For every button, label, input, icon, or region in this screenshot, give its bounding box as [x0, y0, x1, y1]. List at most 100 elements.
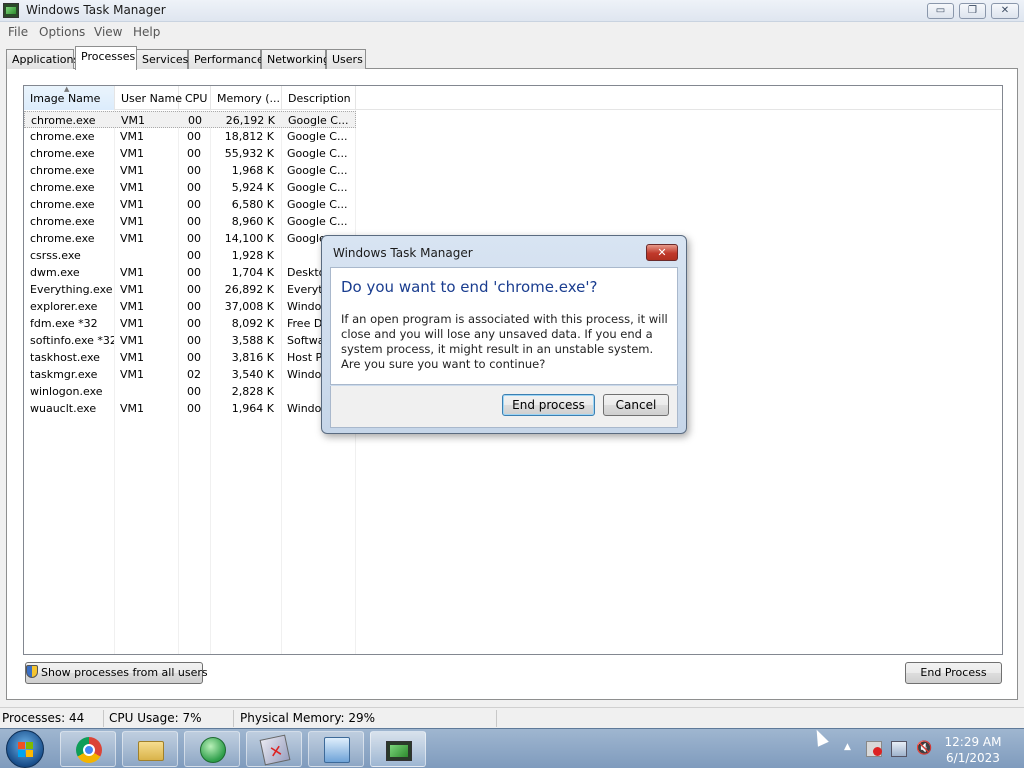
- taskbar-file-explorer[interactable]: [122, 731, 178, 767]
- process-memory: 1,704 K: [231, 266, 274, 279]
- table-row[interactable]: chrome.exe VM1 00 55,932 K Google C...: [24, 145, 356, 162]
- tab-applications[interactable]: Applications: [6, 49, 79, 69]
- process-image-name: taskhost.exe: [30, 351, 100, 364]
- process-image-name: chrome.exe: [30, 181, 95, 194]
- process-description: Google C...: [287, 164, 348, 177]
- column-image-name[interactable]: ▲ Image Name: [24, 86, 115, 110]
- show-hidden-icons-icon[interactable]: ▲: [844, 742, 856, 758]
- status-separator: [496, 710, 497, 727]
- process-memory: 3,540 K: [231, 368, 274, 381]
- table-row[interactable]: chrome.exe VM1 00 1,968 K Google C...: [24, 162, 356, 179]
- table-row[interactable]: chrome.exe VM1 00 5,924 K Google C...: [24, 179, 356, 196]
- process-cpu: 00: [187, 215, 201, 228]
- maximize-button[interactable]: ❐: [959, 3, 986, 19]
- table-row[interactable]: chrome.exe VM1 00 26,192 K Google C...: [24, 111, 356, 128]
- windows-logo-icon: [18, 742, 34, 758]
- show-all-processes-button[interactable]: Show processes from all users: [25, 662, 208, 684]
- process-cpu: 00: [187, 317, 201, 330]
- process-description: Google C...: [288, 114, 349, 127]
- task-manager-icon: [3, 3, 19, 18]
- process-user-name: VM1: [120, 130, 145, 143]
- volume-muted-icon[interactable]: 🔇: [916, 741, 932, 757]
- end-process-button[interactable]: End Process: [905, 662, 1002, 684]
- process-memory: 1,964 K: [231, 402, 274, 415]
- process-memory: 14,100 K: [224, 232, 274, 245]
- menu-help[interactable]: Help: [133, 25, 160, 39]
- table-row[interactable]: taskmgr.exe VM1 02 3,540 K Window: [24, 366, 356, 383]
- column-description[interactable]: Description: [282, 86, 356, 110]
- table-row[interactable]: wuauclt.exe VM1 00 1,964 K Window: [24, 400, 356, 417]
- end-process-dialog: Windows Task Manager ✕ Do you want to en…: [321, 235, 687, 434]
- tab-performance[interactable]: Performance: [188, 49, 264, 69]
- process-user-name: VM1: [120, 334, 145, 347]
- menu-options[interactable]: Options: [39, 25, 85, 39]
- process-user-name: VM1: [120, 232, 145, 245]
- end-process-confirm-button[interactable]: End process: [502, 394, 595, 416]
- process-memory: 37,008 K: [224, 300, 274, 313]
- column-memory[interactable]: Memory (...: [211, 86, 282, 110]
- title-bar: Windows Task Manager ▭ ❐ ✕: [0, 0, 1024, 22]
- status-processes: Processes: 44: [2, 711, 85, 725]
- table-row[interactable]: chrome.exe VM1 00 8,960 K Google C...: [24, 213, 356, 230]
- taskbar-task-manager[interactable]: [370, 731, 426, 767]
- process-image-name: chrome.exe: [30, 130, 95, 143]
- process-image-name: fdm.exe *32: [30, 317, 98, 330]
- table-row[interactable]: fdm.exe *32 VM1 00 8,092 K Free D: [24, 315, 356, 332]
- minimize-button[interactable]: ▭: [927, 3, 954, 19]
- taskbar-control-panel[interactable]: [308, 731, 364, 767]
- table-row[interactable]: winlogon.exe 00 2,828 K: [24, 383, 356, 400]
- table-row[interactable]: explorer.exe VM1 00 37,008 K Window: [24, 298, 356, 315]
- process-cpu: 00: [187, 130, 201, 143]
- cancel-button[interactable]: Cancel: [603, 394, 669, 416]
- process-user-name: VM1: [120, 300, 145, 313]
- process-memory: 8,092 K: [231, 317, 274, 330]
- dialog-message: If an open program is associated with th…: [341, 312, 668, 371]
- start-button[interactable]: [6, 730, 44, 768]
- table-row[interactable]: chrome.exe VM1 00 14,100 K Google: [24, 230, 356, 247]
- column-description-label: Description: [288, 92, 351, 105]
- table-row[interactable]: Everything.exe VM1 00 26,892 K Everyth: [24, 281, 356, 298]
- table-row[interactable]: dwm.exe VM1 00 1,704 K Deskto: [24, 264, 356, 281]
- process-memory: 1,968 K: [231, 164, 274, 177]
- process-cpu: 02: [187, 368, 201, 381]
- tab-services[interactable]: Services: [136, 49, 188, 69]
- tab-users[interactable]: Users: [326, 49, 366, 69]
- dialog-title: Windows Task Manager: [333, 246, 473, 260]
- process-user-name: VM1: [121, 114, 146, 127]
- column-user-name[interactable]: User Name: [115, 86, 182, 110]
- action-center-icon[interactable]: [866, 741, 882, 757]
- column-cpu[interactable]: CPU: [179, 86, 211, 110]
- process-cpu: 00: [187, 198, 201, 211]
- dialog-close-button[interactable]: ✕: [646, 244, 678, 261]
- process-memory: 5,924 K: [231, 181, 274, 194]
- menu-bar: File Options View Help: [0, 22, 1024, 42]
- process-description: Google C...: [287, 198, 348, 211]
- system-clock[interactable]: 12:29 AM 6/1/2023: [940, 734, 1006, 766]
- taskbar-network[interactable]: [184, 731, 240, 767]
- tab-processes[interactable]: Processes: [75, 46, 137, 70]
- process-description: Google C...: [287, 215, 348, 228]
- menu-view[interactable]: View: [94, 25, 122, 39]
- process-memory: 26,192 K: [225, 114, 275, 127]
- status-cpu-usage: CPU Usage: 7%: [109, 711, 202, 725]
- network-status-icon[interactable]: [891, 741, 907, 757]
- process-image-name: softinfo.exe *32: [30, 334, 114, 347]
- process-cpu: 00: [187, 385, 201, 398]
- process-memory: 26,892 K: [224, 283, 274, 296]
- table-row[interactable]: chrome.exe VM1 00 18,812 K Google C...: [24, 128, 356, 145]
- tab-networking[interactable]: Networking: [261, 49, 330, 69]
- close-button[interactable]: ✕: [991, 3, 1019, 19]
- process-user-name: VM1: [120, 181, 145, 194]
- column-header-row: ▲ Image Name User Name CPU Memory (... D…: [24, 86, 1002, 110]
- task-manager-icon: [386, 741, 412, 761]
- table-row[interactable]: taskhost.exe VM1 00 3,816 K Host Pr: [24, 349, 356, 366]
- menu-file[interactable]: File: [8, 25, 28, 39]
- process-user-name: VM1: [120, 402, 145, 415]
- taskbar-disk-tool[interactable]: ✕: [246, 731, 302, 767]
- table-row[interactable]: softinfo.exe *32 VM1 00 3,588 K Softwa: [24, 332, 356, 349]
- status-physical-memory: Physical Memory: 29%: [240, 711, 376, 725]
- taskbar-chrome[interactable]: [60, 731, 116, 767]
- table-row[interactable]: csrss.exe 00 1,928 K: [24, 247, 356, 264]
- table-row[interactable]: chrome.exe VM1 00 6,580 K Google C...: [24, 196, 356, 213]
- column-image-name-label: Image Name: [30, 92, 101, 105]
